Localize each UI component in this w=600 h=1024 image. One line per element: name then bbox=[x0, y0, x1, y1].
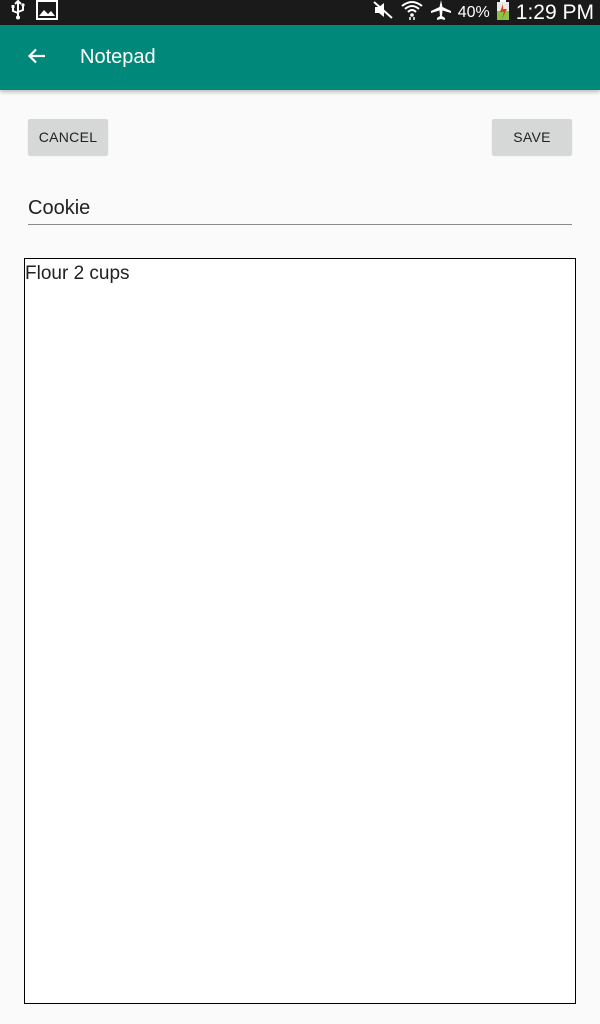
image-icon bbox=[36, 0, 58, 25]
wifi-icon bbox=[400, 0, 424, 26]
note-body-textarea[interactable]: Flour 2 cups bbox=[24, 258, 576, 1004]
save-button[interactable]: SAVE bbox=[492, 119, 572, 155]
status-right-icons: 40% 1:29 PM bbox=[372, 0, 594, 25]
app-bar: Notepad bbox=[0, 25, 600, 90]
cancel-button[interactable]: CANCEL bbox=[28, 119, 108, 155]
app-title: Notepad bbox=[80, 46, 156, 68]
mute-icon bbox=[372, 0, 394, 25]
battery-percent: 40% bbox=[457, 3, 490, 21]
status-clock: 1:29 PM bbox=[515, 0, 594, 24]
usb-icon bbox=[10, 0, 26, 25]
status-left-icons bbox=[10, 0, 58, 25]
airplane-icon bbox=[430, 0, 452, 26]
status-bar: 40% 1:29 PM bbox=[0, 0, 600, 25]
back-button[interactable] bbox=[20, 41, 54, 75]
note-title-input[interactable] bbox=[28, 192, 572, 225]
battery-icon bbox=[496, 0, 510, 26]
arrow-back-icon bbox=[27, 46, 47, 71]
